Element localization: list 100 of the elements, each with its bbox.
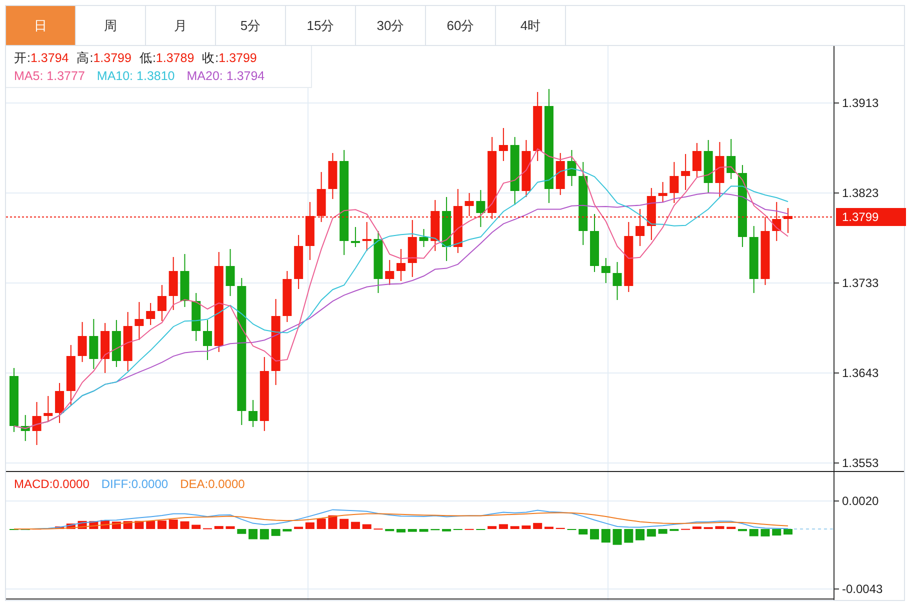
ma-legend: MA10: 1.3810 (96, 67, 175, 85)
macd-bar (396, 529, 406, 532)
macd-bar (601, 529, 610, 543)
zero-line (788, 528, 834, 530)
candle (305, 202, 314, 260)
candle (681, 154, 690, 190)
macd-legend: DEA:0.0000 (180, 475, 245, 493)
macd-bar (533, 522, 542, 529)
candle (453, 188, 462, 254)
candle (78, 322, 87, 362)
macd-axis-label: 0.0020 (842, 494, 879, 508)
candle (715, 142, 724, 198)
candle (10, 368, 18, 432)
candle (646, 188, 656, 240)
candle (464, 192, 474, 216)
macd-bar (305, 522, 314, 529)
macd-legend: MACD:0.0000 (14, 475, 90, 493)
price-axis-label: 1.3823 (842, 186, 879, 200)
macd-bar (590, 529, 599, 540)
candle (100, 322, 110, 374)
ma-legend: MA20: 1.3794 (186, 67, 265, 85)
legend-value: 1.3789 (156, 50, 194, 67)
candle (203, 320, 212, 360)
candle (442, 196, 452, 262)
macd-bar (442, 529, 452, 532)
macd-bar (488, 526, 497, 529)
ma-legend: MA5: 1.3777 (14, 67, 85, 85)
macd-bar (248, 529, 258, 540)
candle (44, 396, 53, 422)
candle (476, 190, 486, 228)
macd-bar (282, 529, 292, 532)
macd-bar (226, 526, 235, 529)
macd-bar (192, 524, 201, 529)
macd-bar (408, 529, 417, 532)
macd-bar (784, 529, 792, 535)
price-axis-label: 1.3733 (842, 276, 879, 290)
macd-bar (578, 529, 588, 534)
macd-bar (715, 526, 724, 529)
macd-bar (350, 522, 360, 529)
candle (658, 182, 668, 202)
candle (294, 234, 304, 290)
macd-bar (522, 525, 531, 529)
candle (32, 402, 42, 446)
legend-value: 1.3799 (93, 50, 132, 67)
price-axis-label: 1.3553 (842, 456, 879, 470)
candle (362, 222, 372, 252)
candle (510, 136, 520, 206)
candle (590, 214, 599, 272)
macd-bar (66, 524, 76, 529)
macd-bar (214, 526, 224, 529)
legend-value: 1.3799 (218, 50, 257, 67)
candle (66, 344, 76, 406)
candle (760, 216, 770, 286)
macd-bar (340, 518, 349, 529)
macd-bar (328, 515, 338, 529)
candle (430, 200, 440, 252)
legend-value: 1.3794 (30, 50, 69, 67)
legend-label: 开: (14, 50, 30, 67)
candle (316, 172, 326, 222)
macd-bar (157, 520, 166, 529)
macd-bar (498, 524, 508, 529)
candle (396, 248, 406, 282)
candle (89, 318, 98, 370)
macd-bar (510, 526, 520, 529)
macd-bar (362, 524, 372, 529)
candle (772, 202, 782, 242)
candle (328, 152, 338, 200)
macd-bar (760, 529, 770, 536)
candle (180, 254, 190, 308)
candle (612, 262, 622, 300)
macd-bar (636, 529, 645, 540)
candle (123, 312, 132, 372)
candle (226, 248, 235, 296)
macd-bar (419, 529, 428, 532)
candle (749, 226, 758, 294)
macd-bar (749, 529, 758, 536)
current-price-label: 1.3799 (842, 210, 879, 224)
legend-label: 收: (202, 50, 219, 67)
candle (248, 400, 258, 428)
candle (146, 302, 156, 326)
candle (636, 208, 645, 246)
macd-bar (294, 526, 304, 529)
candle (55, 382, 64, 424)
candle (385, 260, 394, 286)
candle (522, 140, 531, 198)
legend-label: 高: (76, 50, 94, 67)
macd-bar (55, 526, 64, 529)
macd-bar (624, 529, 634, 543)
macd-bar (738, 529, 747, 532)
macd-bar (271, 529, 280, 536)
macd-bar (612, 529, 622, 545)
macd-axis-label: -0.0043 (842, 582, 883, 596)
candle (20, 414, 30, 442)
candle (692, 142, 702, 178)
candle (157, 284, 166, 322)
candle (112, 320, 121, 368)
candle (374, 230, 383, 294)
macd-bar (646, 529, 656, 537)
candle (192, 292, 201, 342)
macd-bar (168, 520, 178, 529)
